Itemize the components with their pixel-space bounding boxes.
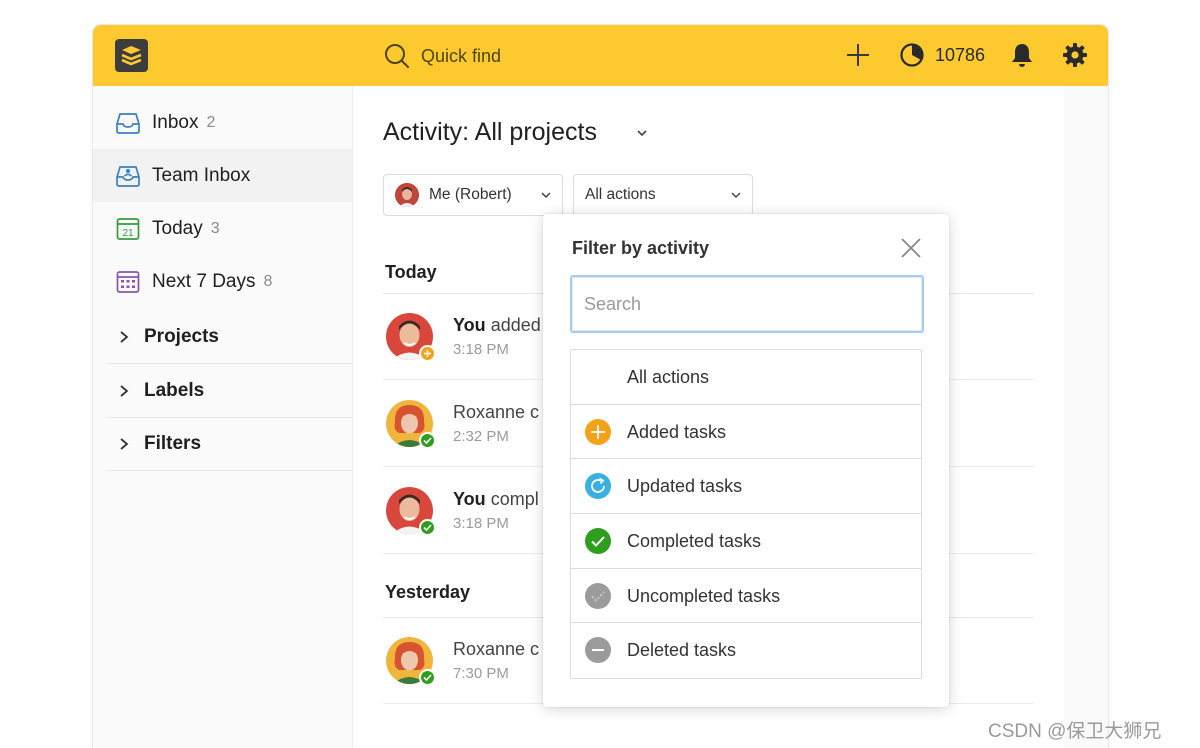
uncheck-circle-icon xyxy=(585,582,611,609)
popup-title: Filter by activity xyxy=(572,238,710,258)
activity-actor: You xyxy=(453,315,486,335)
refresh-circle-icon xyxy=(585,473,611,500)
user-filter-label: Me (Robert) xyxy=(429,186,512,203)
team-inbox-icon xyxy=(115,163,141,189)
quick-find-label: Quick find xyxy=(421,45,502,66)
chevron-right-icon xyxy=(120,438,129,450)
avatar xyxy=(386,313,436,362)
activity-desc: added xyxy=(490,315,541,335)
activity-text: Roxanne c xyxy=(453,639,543,660)
activity-text: You compl xyxy=(453,489,543,510)
plus-circle-icon xyxy=(585,418,611,445)
karma-button[interactable]: 10786 xyxy=(899,41,985,69)
activity-text: You added xyxy=(453,315,543,336)
action-label: Completed tasks xyxy=(627,531,762,552)
chevron-down-icon xyxy=(731,192,741,199)
action-item-updated[interactable]: Updated tasks xyxy=(571,459,921,515)
chevron-right-icon xyxy=(120,331,129,343)
sidebar-item-label: Team Inbox xyxy=(152,164,251,186)
close-icon[interactable] xyxy=(900,237,922,259)
filter-by-activity-popup: Filter by activity All actions Added tas… xyxy=(543,214,949,707)
sidebar-item-team-inbox[interactable]: Team Inbox xyxy=(93,149,352,202)
watermark-text: CSDN @保卫大狮兄 xyxy=(988,721,1162,742)
add-task-icon[interactable] xyxy=(845,42,871,68)
settings-gear-icon[interactable] xyxy=(1062,42,1088,68)
action-label: Added tasks xyxy=(627,421,727,442)
activity-time: 2:32 PM xyxy=(453,428,509,445)
sidebar-item-today[interactable]: 21 Today 3 xyxy=(93,202,352,255)
calendar-today-icon: 21 xyxy=(115,216,141,242)
activity-time: 3:18 PM xyxy=(453,341,509,358)
action-filter-label: All actions xyxy=(585,186,656,203)
section-label: Labels xyxy=(144,380,205,401)
calendar-day-number: 21 xyxy=(122,228,134,239)
action-item-completed[interactable]: Completed tasks xyxy=(571,514,921,569)
action-item-deleted[interactable]: Deleted tasks xyxy=(571,623,921,678)
inbox-icon xyxy=(115,110,141,136)
chevron-down-icon xyxy=(541,192,551,199)
sidebar-item-next-7-days[interactable]: Next 7 Days 8 xyxy=(93,255,352,308)
avatar xyxy=(386,637,436,686)
action-list: All actions Added tasks Updated tasks Co… xyxy=(570,349,922,680)
sidebar-item-label: Inbox xyxy=(152,111,199,133)
chevron-down-icon[interactable] xyxy=(635,126,649,140)
activity-desc: Roxanne c xyxy=(453,639,540,659)
notifications-bell-icon[interactable] xyxy=(1009,42,1035,68)
check-circle-icon xyxy=(585,528,611,555)
sidebar-item-count: 3 xyxy=(210,219,220,237)
completed-badge-icon xyxy=(419,432,436,449)
karma-score: 10786 xyxy=(935,44,986,65)
todoist-logo-icon[interactable] xyxy=(115,39,148,72)
action-label: Updated tasks xyxy=(627,476,743,497)
completed-badge-icon xyxy=(419,519,436,536)
user-filter-dropdown[interactable]: Me (Robert) xyxy=(383,174,563,216)
karma-icon xyxy=(900,43,924,67)
section-label: Projects xyxy=(144,326,219,347)
user-avatar xyxy=(395,183,419,207)
day-heading-yesterday: Yesterday xyxy=(385,582,471,602)
activity-desc: Roxanne c xyxy=(453,402,540,422)
action-item-all[interactable]: All actions xyxy=(571,350,921,405)
avatar xyxy=(386,487,436,536)
activity-time: 3:18 PM xyxy=(453,515,509,532)
page-title: Activity: All projects xyxy=(383,118,597,146)
day-heading-today: Today xyxy=(385,262,437,282)
search-icon xyxy=(385,44,409,68)
activity-text: Roxanne c xyxy=(453,402,543,423)
action-label: All actions xyxy=(627,367,710,387)
sidebar-item-label: Next 7 Days xyxy=(152,270,256,292)
sidebar-item-label: Today xyxy=(152,217,203,239)
activity-actor: You xyxy=(453,489,486,509)
minus-circle-icon xyxy=(585,637,611,664)
top-bar: Quick find 10786 xyxy=(93,25,1108,86)
section-label: Filters xyxy=(144,433,202,454)
right-gutter xyxy=(1064,86,1108,748)
activity-desc: compl xyxy=(490,489,539,509)
quick-find[interactable]: Quick find xyxy=(383,41,501,71)
activity-search-input[interactable] xyxy=(570,275,924,333)
sidebar-section-filters[interactable]: Filters xyxy=(107,418,352,471)
sidebar-section-labels[interactable]: Labels xyxy=(107,365,352,418)
sidebar-item-inbox[interactable]: Inbox 2 xyxy=(93,96,352,149)
added-badge-icon xyxy=(419,345,436,362)
action-label: Uncompleted tasks xyxy=(627,585,781,606)
action-label: Deleted tasks xyxy=(627,640,737,661)
avatar xyxy=(386,400,436,449)
sidebar: Inbox 2 Team Inbox 21 Today 3 Next 7 Day… xyxy=(93,86,353,748)
action-item-added[interactable]: Added tasks xyxy=(571,405,921,460)
action-item-uncompleted[interactable]: Uncompleted tasks xyxy=(571,569,921,624)
calendar-week-icon xyxy=(115,269,141,295)
activity-time: 7:30 PM xyxy=(453,665,509,682)
sidebar-item-count: 2 xyxy=(206,113,216,131)
action-filter-dropdown[interactable]: All actions xyxy=(573,174,753,216)
completed-badge-icon xyxy=(419,669,436,686)
chevron-right-icon xyxy=(120,385,129,397)
sidebar-section-projects[interactable]: Projects xyxy=(107,311,352,364)
sidebar-item-count: 8 xyxy=(263,272,273,290)
